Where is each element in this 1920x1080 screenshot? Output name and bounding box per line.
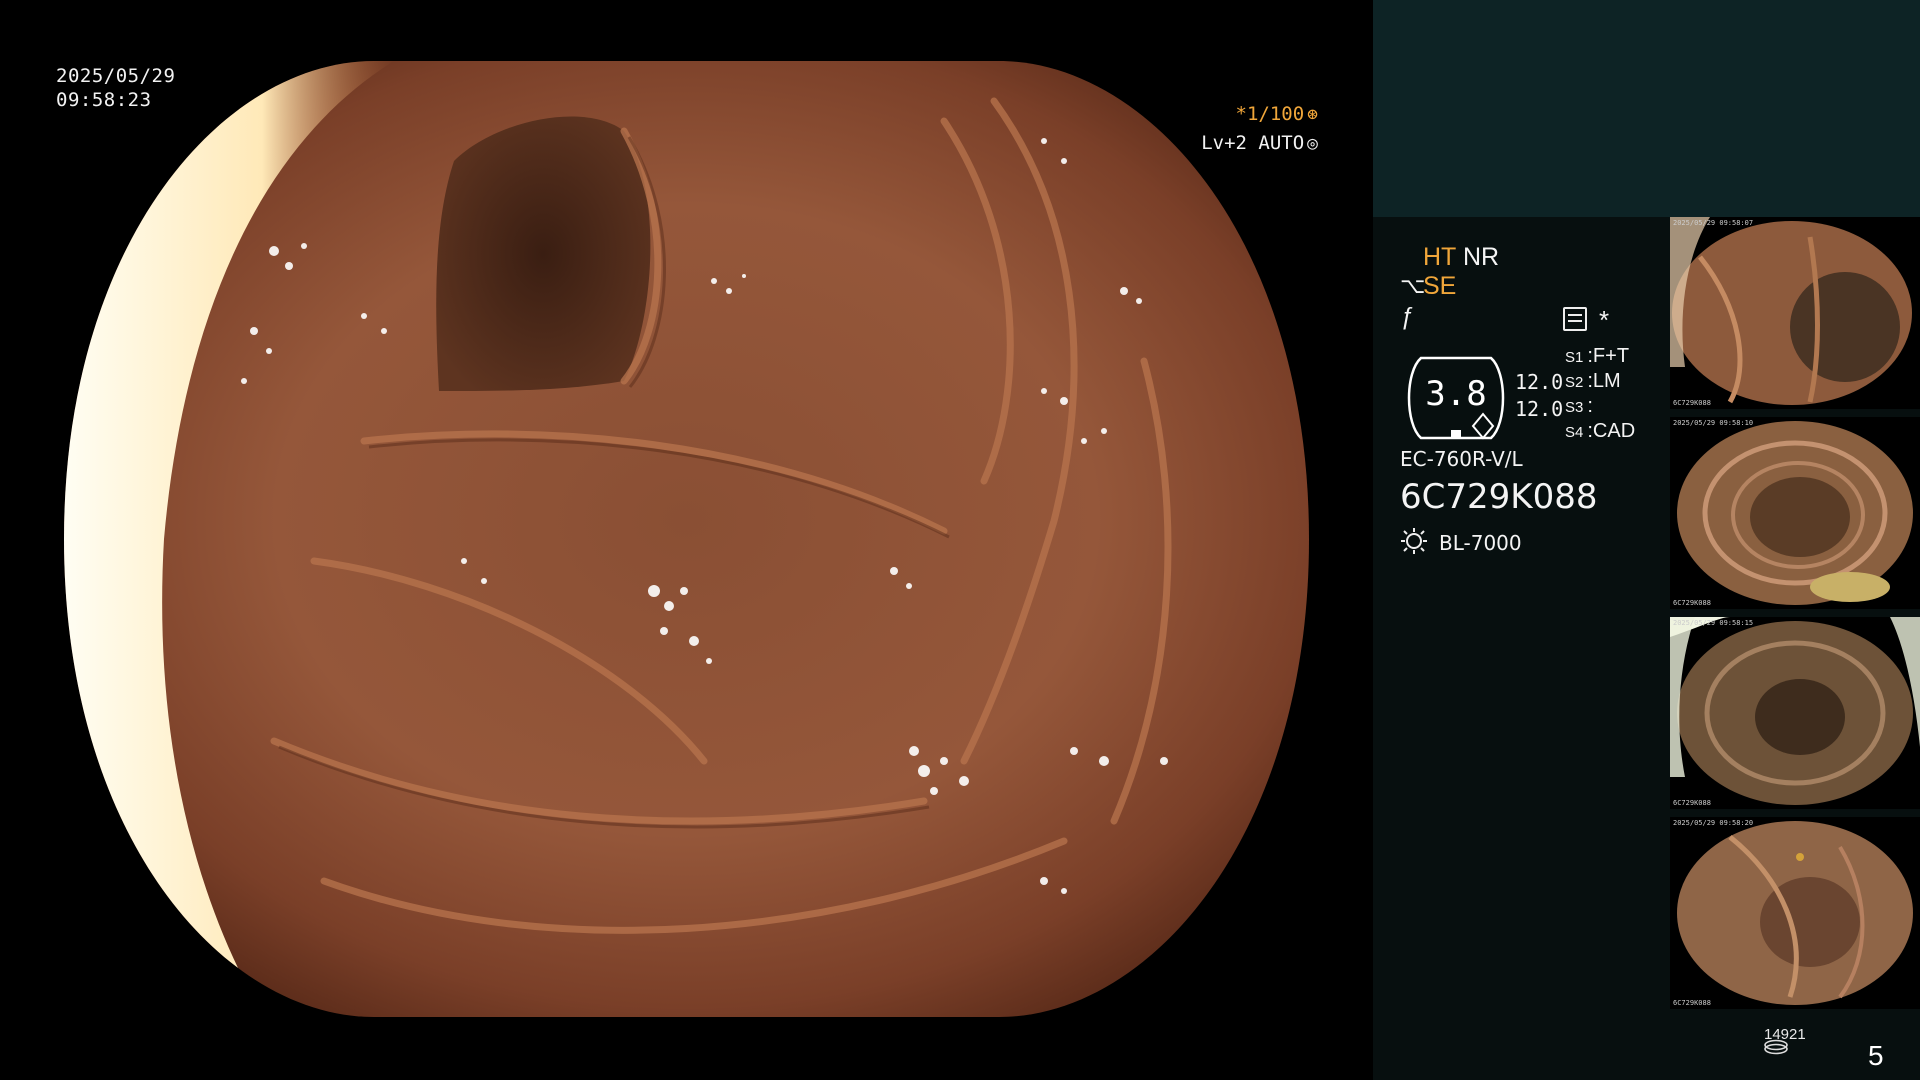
captured-thumbnail-2[interactable]: 2025/05/29 09:58:10 6C729K088 xyxy=(1670,417,1920,609)
storage-disk-icon xyxy=(1764,1039,1788,1055)
value-a-text: 12.0 xyxy=(1515,370,1564,394)
switch-3: S3: xyxy=(1565,395,1593,417)
captured-thumbnail-3[interactable]: 2025/05/29 09:58:15 6C729K088 xyxy=(1670,617,1920,809)
switch-2: S2:LM xyxy=(1565,370,1621,392)
structure-enhance-icon: ⌥ xyxy=(1400,273,1426,298)
zoom-indicator: 3.8 xyxy=(1401,352,1511,442)
serial-number-text: 6C729K088 xyxy=(1400,477,1598,517)
scope-model-text: EC-760R-V/L xyxy=(1400,447,1523,471)
time-text: 09:58:23 xyxy=(56,89,152,111)
iris-icon: ◎ xyxy=(1307,133,1318,154)
captured-images-strip: 2025/05/29 09:58:07 6C729K088 2025/05/29… xyxy=(1670,217,1920,1017)
captured-image-count: 5 xyxy=(1868,1040,1884,1071)
exposure-overlay: *1/100 ⊛ Lv+2 AUTO ◎ xyxy=(1201,100,1318,158)
noise-reduction-label: NR xyxy=(1463,243,1500,271)
iris-mode-text: Lv+2 AUTO xyxy=(1201,132,1305,154)
date-time-overlay: 2025/05/29 09:58:23 xyxy=(56,64,175,112)
endoscope-live-view: 2025/05/29 09:58:23 *1/100 ⊛ Lv+2 AUTO ◎ xyxy=(0,0,1373,1080)
switch-1: S1:F+T xyxy=(1565,345,1630,367)
captured-thumbnail-1[interactable]: 2025/05/29 09:58:07 6C729K088 xyxy=(1670,217,1920,409)
value-b-text: 12.0 xyxy=(1515,397,1564,421)
status-panel: HT NR ⌥ SE ƒ * 3.8 12.0 12.0 S1:F+T S2:L… xyxy=(1373,0,1920,1080)
settings-list-icon xyxy=(1563,307,1587,331)
structure-enhance-label: SE xyxy=(1423,272,1457,300)
light-source-text: BL-7000 xyxy=(1439,531,1522,555)
light-source-icon xyxy=(1401,528,1427,554)
switch-4: S4:CAD xyxy=(1565,420,1636,442)
shutter-icon: ⊛ xyxy=(1307,104,1318,125)
enhancement-ht-label: HT xyxy=(1423,243,1457,271)
asterisk-icon: * xyxy=(1599,305,1610,335)
processor-status: HT NR ⌥ SE ƒ * 3.8 12.0 12.0 S1:F+T S2:L… xyxy=(1373,217,1673,1080)
shutter-speed-text: *1/100 xyxy=(1235,103,1305,125)
date-text: 2025/05/29 xyxy=(56,65,176,87)
colon-endoscopic-image xyxy=(64,61,1309,1017)
focus-icon: ƒ xyxy=(1400,303,1414,330)
zoom-value: 3.8 xyxy=(1425,374,1487,414)
panel-header-area xyxy=(1373,0,1920,217)
captured-thumbnail-4[interactable]: 2025/05/29 09:58:20 6C729K088 xyxy=(1670,817,1920,1009)
